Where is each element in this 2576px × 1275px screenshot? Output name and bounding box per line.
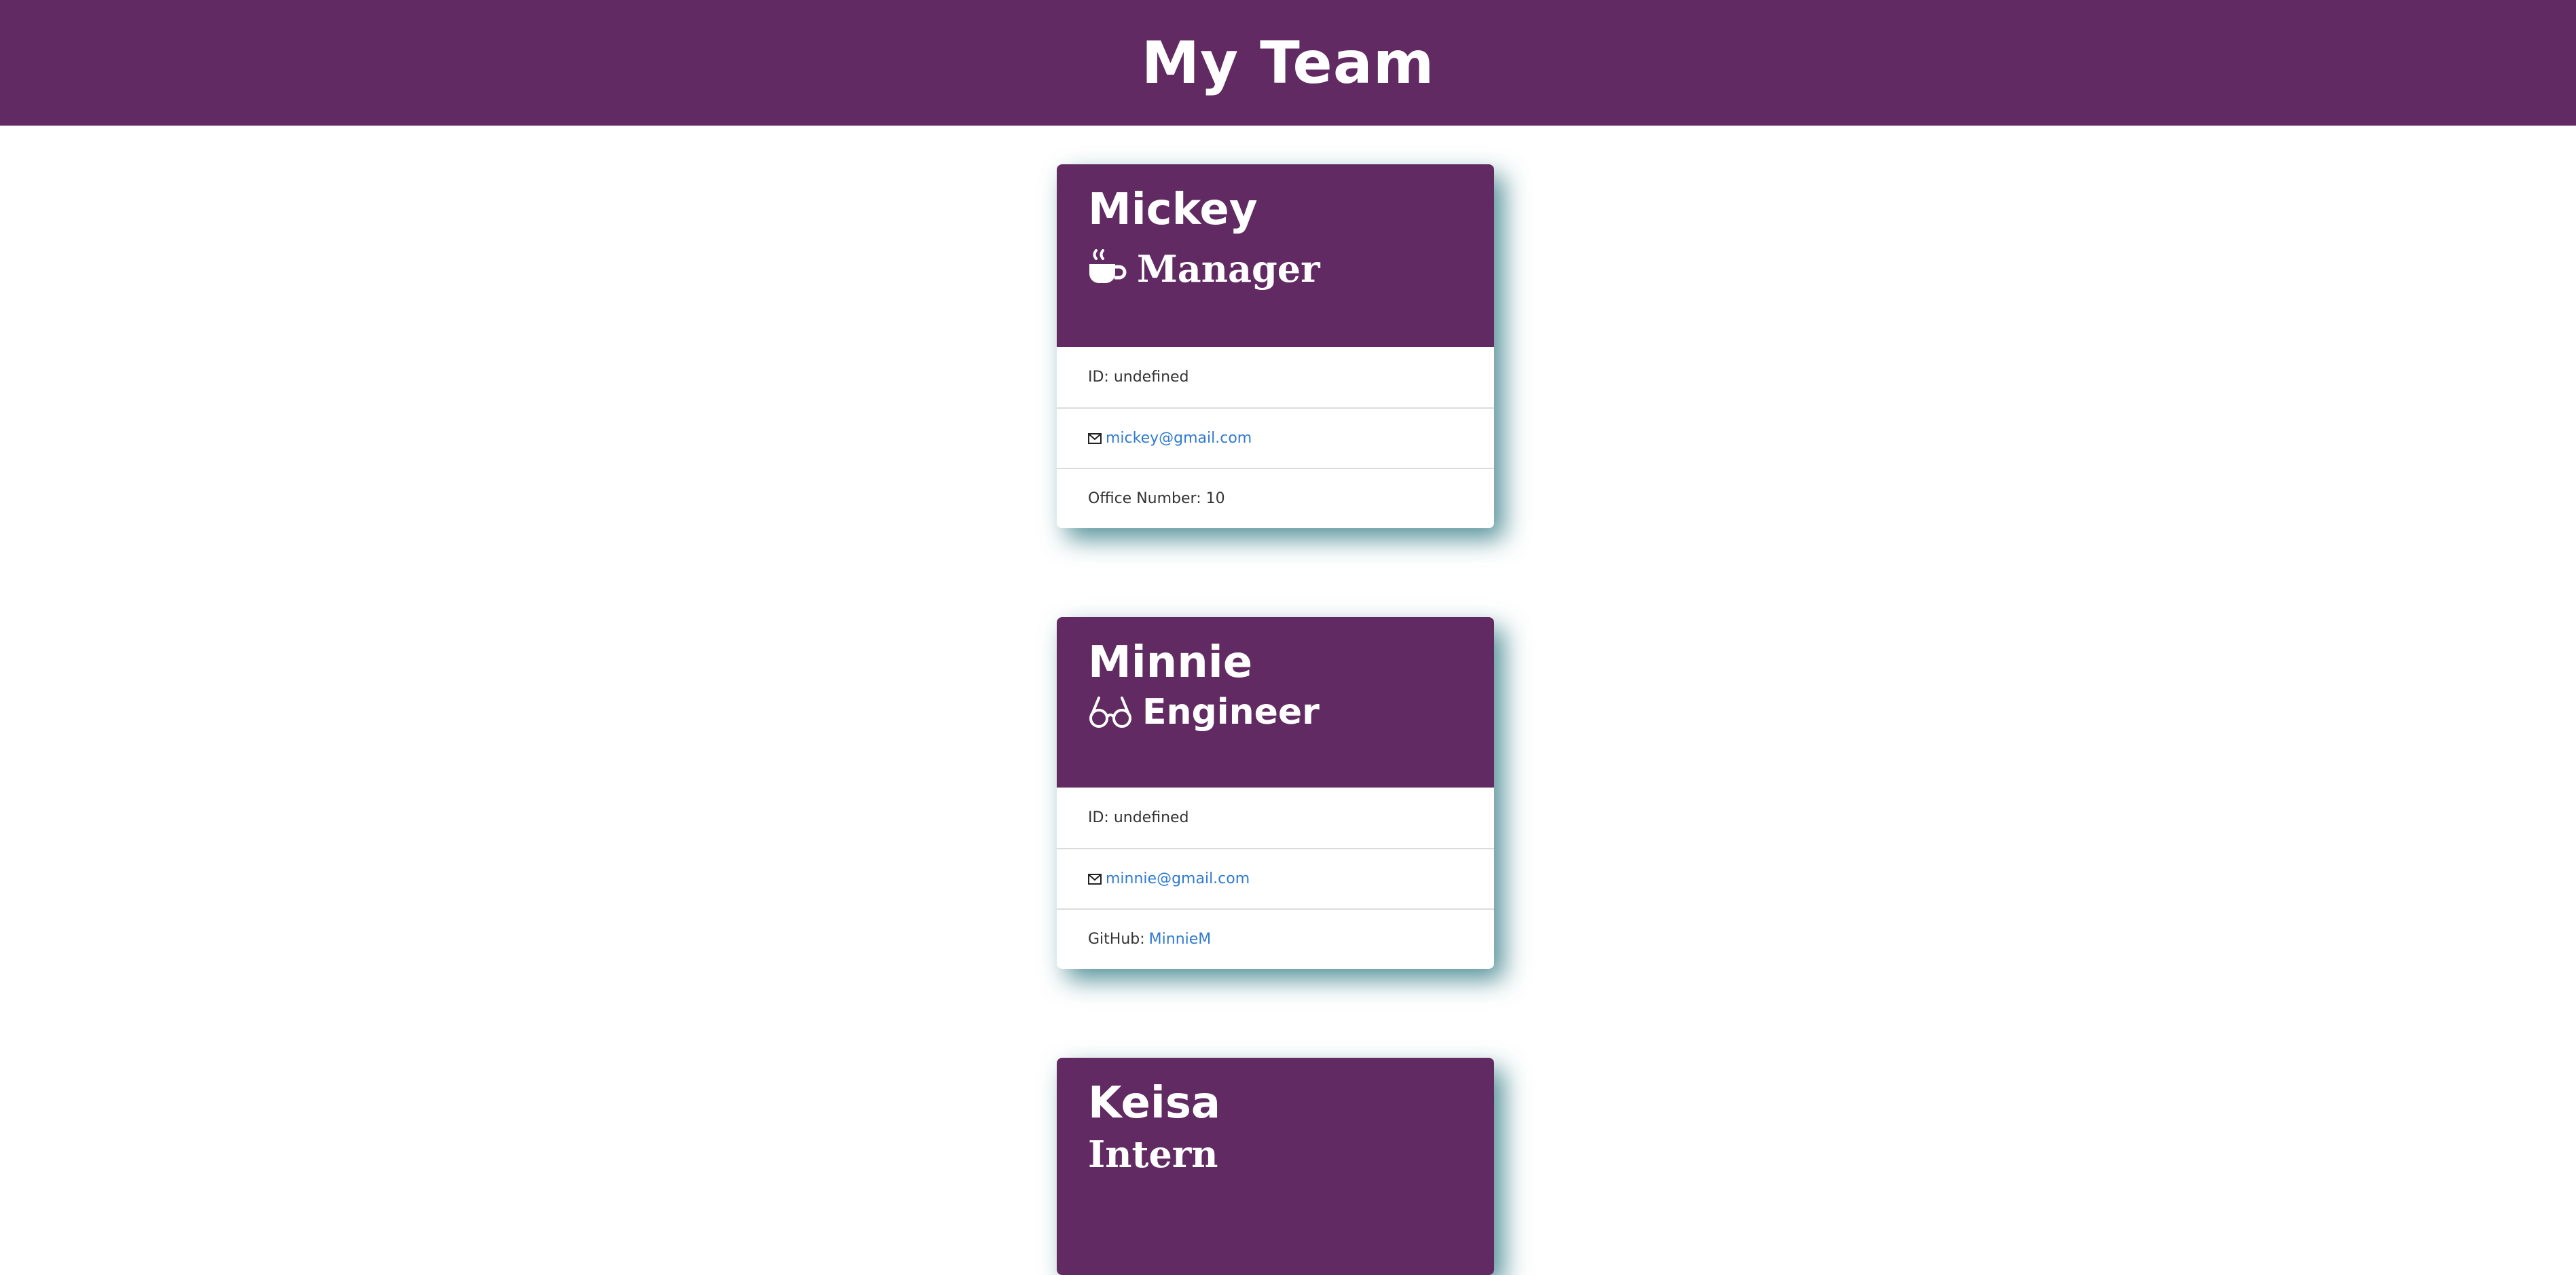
id-row: ID: undefined — [1088, 369, 1189, 386]
coffee-icon — [1088, 249, 1127, 289]
glasses-icon — [1088, 695, 1133, 729]
card-role-label: Engineer — [1142, 692, 1320, 733]
card-role-label: Intern — [1088, 1132, 1218, 1176]
email-row: mickey@gmail.com — [1057, 407, 1494, 468]
github-link[interactable]: MinnieM — [1149, 931, 1212, 948]
office-number-row: Office Number: 10 — [1057, 468, 1494, 528]
card-role-label: Manager — [1137, 247, 1320, 291]
page-title: My Team — [1141, 29, 1435, 97]
team-card-manager: Mickey Manager ID: undefined mickey@gmai… — [1057, 164, 1494, 528]
page-header: My Team — [0, 0, 2576, 126]
github-label: GitHub: — [1088, 931, 1145, 948]
card-header: Mickey Manager — [1057, 164, 1494, 347]
email-row: minnie@gmail.com — [1057, 848, 1494, 908]
card-name: Keisa — [1088, 1078, 1221, 1128]
card-details: ID: undefined minnie@gmail.com GitHub: M… — [1057, 788, 1494, 969]
card-role: Manager — [1088, 247, 1463, 291]
card-details: ID: undefined mickey@gmail.com Office Nu… — [1057, 347, 1494, 528]
card-name: Minnie — [1088, 638, 1253, 688]
id-row: ID: undefined — [1088, 809, 1189, 826]
card-header: Minnie Engineer — [1057, 617, 1494, 788]
card-role: Engineer — [1088, 692, 1463, 733]
envelope-icon — [1088, 873, 1102, 885]
github-row: GitHub: MinnieM — [1057, 908, 1494, 969]
card-name: Mickey — [1088, 185, 1258, 235]
email-link[interactable]: minnie@gmail.com — [1106, 870, 1250, 887]
envelope-icon — [1088, 432, 1102, 444]
team-card-intern: Keisa Intern — [1057, 1058, 1494, 1275]
card-header: Keisa Intern — [1057, 1058, 1494, 1275]
card-role: Intern — [1088, 1132, 1463, 1176]
team-card-engineer: Minnie Engineer ID: undefined minnie@gma… — [1057, 617, 1494, 969]
email-link[interactable]: mickey@gmail.com — [1106, 430, 1252, 447]
